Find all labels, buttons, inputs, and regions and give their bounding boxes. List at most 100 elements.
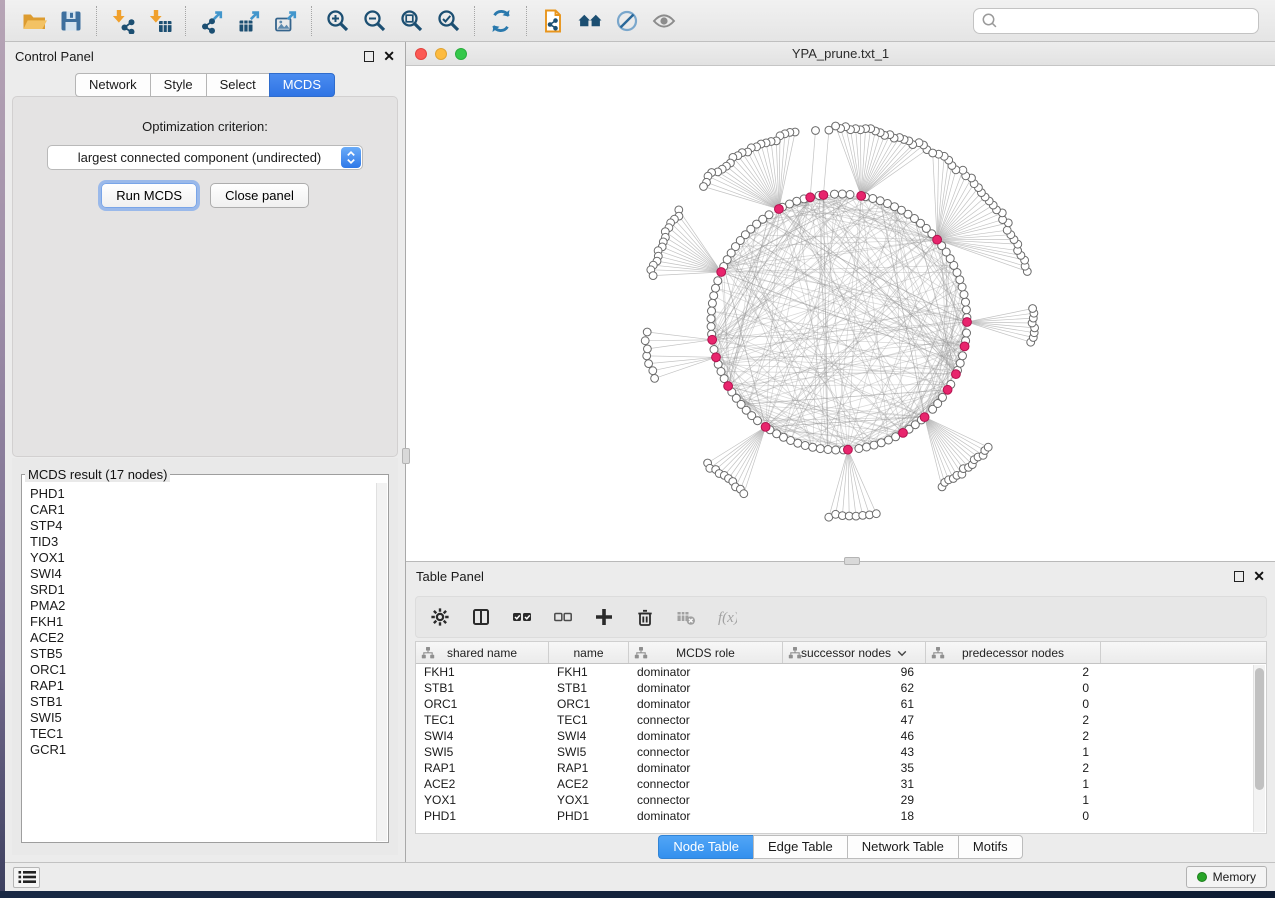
close-panel-icon[interactable]: ✕ xyxy=(383,51,395,61)
table-scrollbar-thumb[interactable] xyxy=(1255,668,1264,790)
task-history-button[interactable] xyxy=(13,867,40,888)
close-panel-button[interactable]: Close panel xyxy=(210,183,309,208)
columns-icon xyxy=(471,607,491,627)
mcds-result-item[interactable]: STP4 xyxy=(30,518,376,534)
mcds-result-item[interactable]: PMA2 xyxy=(30,598,376,614)
mcds-result-item[interactable]: GCR1 xyxy=(30,742,376,758)
column-header-predecessor-nodes[interactable]: predecessor nodes xyxy=(926,642,1101,663)
refresh-button[interactable] xyxy=(482,4,519,38)
add-icon xyxy=(594,607,614,627)
tab-select[interactable]: Select xyxy=(206,73,269,97)
table-row[interactable]: YOX1YOX1connector291 xyxy=(416,792,1266,808)
tab-node-table[interactable]: Node Table xyxy=(658,835,753,859)
table-row[interactable]: STB1STB1dominator620 xyxy=(416,680,1266,696)
table-bottom-tabs: Node TableEdge TableNetwork TableMotifs xyxy=(406,835,1275,859)
vertical-splitter-handle[interactable] xyxy=(402,448,410,464)
tab-edge-table[interactable]: Edge Table xyxy=(753,835,847,859)
mcds-result-item[interactable]: CAR1 xyxy=(30,502,376,518)
mcds-result-item[interactable]: ORC1 xyxy=(30,662,376,678)
column-header-shared-name[interactable]: shared name xyxy=(416,642,549,663)
column-header-successor-nodes[interactable]: successor nodes xyxy=(783,642,926,663)
table-row[interactable]: SWI5SWI5connector431 xyxy=(416,744,1266,760)
hide-details-button[interactable] xyxy=(608,4,645,38)
cell-shared-name: TEC1 xyxy=(416,713,549,727)
horizontal-splitter-handle[interactable] xyxy=(844,557,860,565)
cell-name: ORC1 xyxy=(549,697,629,711)
table-row[interactable]: ORC1ORC1dominator610 xyxy=(416,696,1266,712)
columns-button[interactable] xyxy=(465,601,497,633)
table-row[interactable]: FKH1FKH1dominator962 xyxy=(416,664,1266,680)
export-network-button[interactable] xyxy=(193,4,230,38)
table-row[interactable]: PHD1PHD1dominator180 xyxy=(416,808,1266,824)
search-field[interactable] xyxy=(973,8,1259,34)
cell-shared-name: PHD1 xyxy=(416,809,549,823)
cell-predecessor-nodes: 1 xyxy=(926,777,1101,791)
table-row[interactable]: RAP1RAP1dominator352 xyxy=(416,760,1266,776)
export-network-icon xyxy=(199,8,225,34)
mcds-result-item[interactable]: TID3 xyxy=(30,534,376,550)
zoom-out-button[interactable] xyxy=(356,4,393,38)
share-document-icon xyxy=(540,8,566,34)
mcds-result-item[interactable]: STB1 xyxy=(30,694,376,710)
houses-button[interactable] xyxy=(571,4,608,38)
dropdown-selected-value: largest connected component (undirected) xyxy=(58,150,341,165)
mcds-result-item[interactable]: PHD1 xyxy=(30,486,376,502)
cell-successor-nodes: 18 xyxy=(783,809,926,823)
mcds-result-item[interactable]: SRD1 xyxy=(30,582,376,598)
toolbar-separator xyxy=(526,6,527,36)
mcds-result-item[interactable]: RAP1 xyxy=(30,678,376,694)
table-row[interactable]: TEC1TEC1connector472 xyxy=(416,712,1266,728)
import-network-button[interactable] xyxy=(104,4,141,38)
tab-network-table[interactable]: Network Table xyxy=(847,835,958,859)
mcds-result-item[interactable]: TEC1 xyxy=(30,726,376,742)
network-graph[interactable] xyxy=(406,66,1275,560)
mcds-result-item[interactable]: SWI4 xyxy=(30,566,376,582)
memory-button[interactable]: Memory xyxy=(1186,866,1267,888)
deselect-all-button[interactable] xyxy=(547,601,579,633)
cell-predecessor-nodes: 1 xyxy=(926,745,1101,759)
mcds-result-item[interactable]: STB5 xyxy=(30,646,376,662)
tab-network[interactable]: Network xyxy=(75,73,150,97)
mcds-result-item[interactable]: FKH1 xyxy=(30,614,376,630)
run-mcds-button[interactable]: Run MCDS xyxy=(101,183,197,208)
mcds-result-item[interactable]: SWI5 xyxy=(30,710,376,726)
zoom-selected-button[interactable] xyxy=(430,4,467,38)
table-row[interactable]: ACE2ACE2connector311 xyxy=(416,776,1266,792)
float-panel-icon[interactable] xyxy=(364,51,374,62)
table-row[interactable]: SWI4SWI4dominator462 xyxy=(416,728,1266,744)
import-table-button[interactable] xyxy=(141,4,178,38)
cell-predecessor-nodes: 2 xyxy=(926,729,1101,743)
export-table-icon xyxy=(236,8,262,34)
column-header-MCDS-role[interactable]: MCDS role xyxy=(629,642,783,663)
table-scrollbar[interactable] xyxy=(1253,665,1265,832)
select-all-button[interactable] xyxy=(506,601,538,633)
zoom-in-button[interactable] xyxy=(319,4,356,38)
open-folder-button[interactable] xyxy=(15,4,52,38)
cell-successor-nodes: 43 xyxy=(783,745,926,759)
memory-label: Memory xyxy=(1213,870,1256,884)
export-image-button[interactable] xyxy=(267,4,304,38)
eye-button[interactable] xyxy=(645,4,682,38)
tab-style[interactable]: Style xyxy=(150,73,206,97)
network-canvas[interactable] xyxy=(406,66,1275,560)
zoom-fit-button[interactable] xyxy=(393,4,430,38)
tab-mcds[interactable]: MCDS xyxy=(269,73,335,97)
optimization-criterion-dropdown[interactable]: largest connected component (undirected) xyxy=(47,145,363,170)
settings-button[interactable] xyxy=(424,601,456,633)
float-table-panel-icon[interactable] xyxy=(1234,571,1244,582)
save-button[interactable] xyxy=(52,4,89,38)
share-document-button[interactable] xyxy=(534,4,571,38)
mcds-tab-content: Optimization criterion: largest connecte… xyxy=(12,96,398,457)
mcds-result-scrollbar[interactable] xyxy=(376,483,387,841)
close-table-panel-icon[interactable]: ✕ xyxy=(1253,571,1265,581)
column-header-name[interactable]: name xyxy=(549,642,629,663)
mcds-result-box: MCDS result (17 nodes) PHD1CAR1STP4TID3Y… xyxy=(21,467,389,843)
mcds-result-item[interactable]: ACE2 xyxy=(30,630,376,646)
export-table-button[interactable] xyxy=(230,4,267,38)
search-input[interactable] xyxy=(1003,13,1251,28)
add-button[interactable] xyxy=(588,601,620,633)
tab-motifs[interactable]: Motifs xyxy=(958,835,1023,859)
cell-predecessor-nodes: 2 xyxy=(926,665,1101,679)
mcds-result-item[interactable]: YOX1 xyxy=(30,550,376,566)
delete-button[interactable] xyxy=(629,601,661,633)
